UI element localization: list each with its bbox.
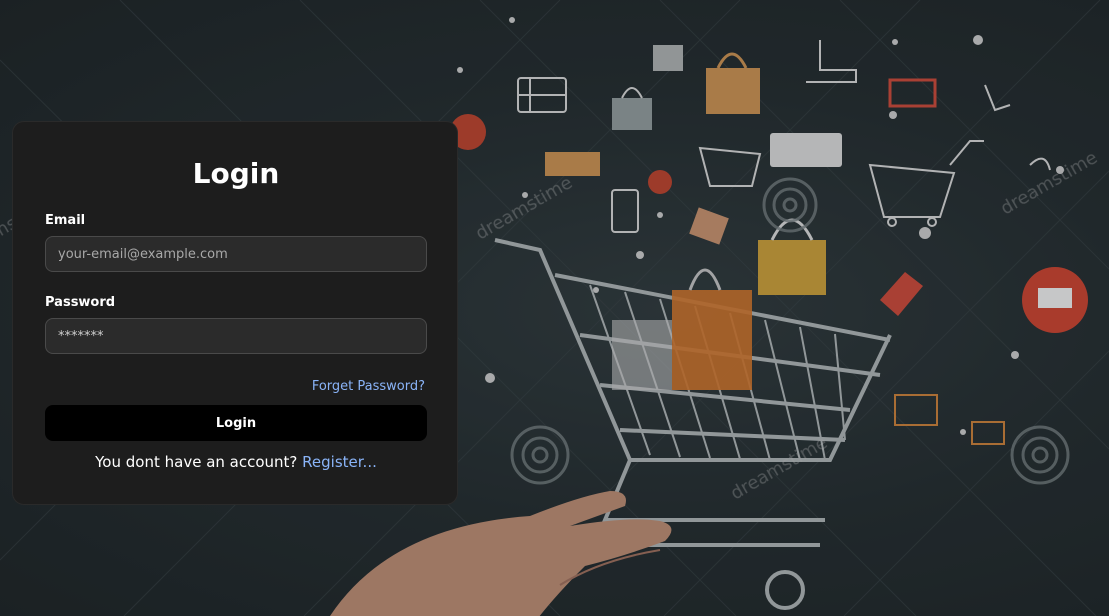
register-prompt-text: You dont have an account? [95,453,298,471]
login-title: Login [192,157,280,190]
login-button[interactable]: Login [45,405,427,441]
forgot-password-link[interactable]: Forget Password? [312,379,425,394]
register-link[interactable]: Register... [302,453,377,471]
login-card: Login Email Password Forget Password? Lo… [12,121,458,505]
password-input[interactable] [45,318,427,354]
email-input[interactable] [45,236,427,272]
password-label: Password [45,295,116,310]
email-label: Email [45,213,86,228]
register-prompt-line: You dont have an account? Register... [13,453,459,471]
